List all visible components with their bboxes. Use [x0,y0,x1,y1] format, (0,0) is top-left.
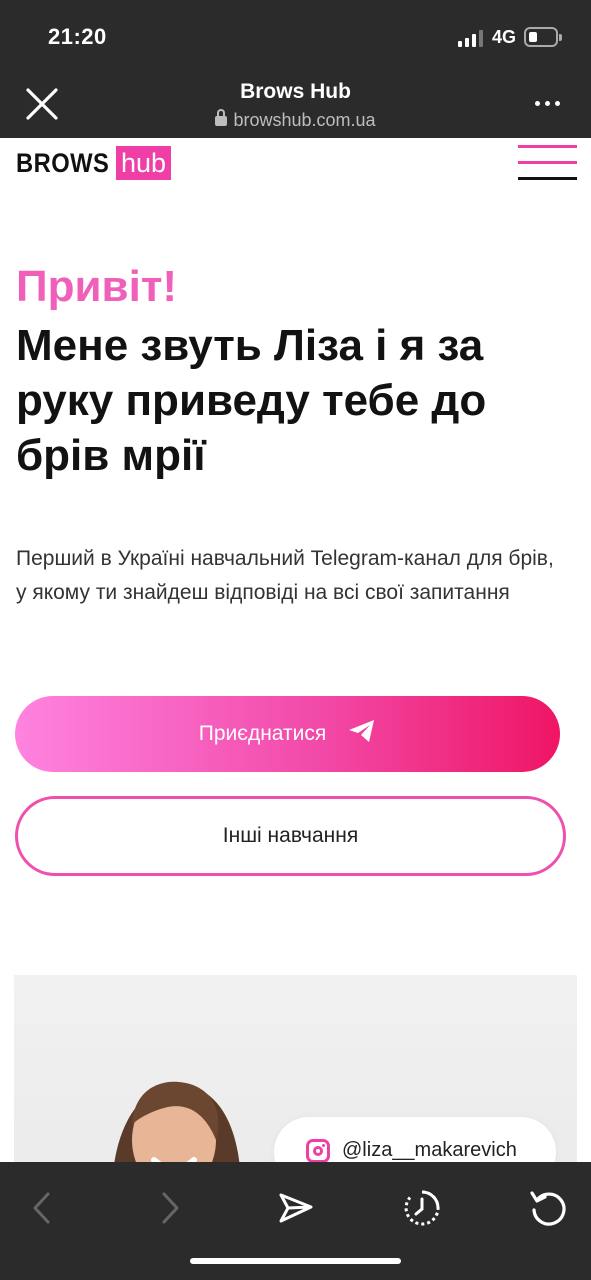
join-button[interactable]: Приєднатися [15,696,560,772]
profile-photo [112,1081,241,1175]
browser-header: 21:20 4G Brows Hub browshub.com.ua [0,0,591,138]
description: Перший в Україні навчальний Telegram-кан… [16,547,554,604]
profile-photo-card: @liza__makarevich [14,975,577,1175]
lock-icon [215,109,228,126]
other-courses-label: Інші навчання [222,824,359,847]
signal-icon [458,30,483,47]
chevron-left-icon[interactable] [20,1186,64,1230]
headline: Мене звуть Ліза і я за руку приведу тебе… [16,321,487,480]
logo-hub: hub [116,146,172,180]
telegram-icon [348,719,376,749]
page-title: Brows Hub [240,80,351,103]
url-display[interactable]: browshub.com.ua [0,109,591,131]
send-icon[interactable] [274,1186,318,1230]
instagram-handle: @liza__makarevich [342,1139,517,1161]
chevron-right-icon[interactable] [148,1186,192,1230]
hamburger-icon[interactable] [518,145,577,181]
join-button-label: Приєднатися [198,722,327,745]
logo-brows: BROWS [16,147,110,178]
url-text: browshub.com.ua [233,110,376,130]
site-logo[interactable]: BROWS hub [16,146,172,180]
reload-icon[interactable] [526,1186,570,1230]
status-time: 21:20 [48,24,107,49]
battery-icon [524,27,562,47]
home-indicator [190,1258,401,1264]
network-type: 4G [492,27,517,47]
history-icon[interactable] [400,1186,444,1230]
instagram-icon [306,1139,330,1163]
more-icon[interactable] [535,101,560,106]
greeting: Привіт! [16,262,178,311]
other-courses-button[interactable]: Інші навчання [15,796,566,876]
